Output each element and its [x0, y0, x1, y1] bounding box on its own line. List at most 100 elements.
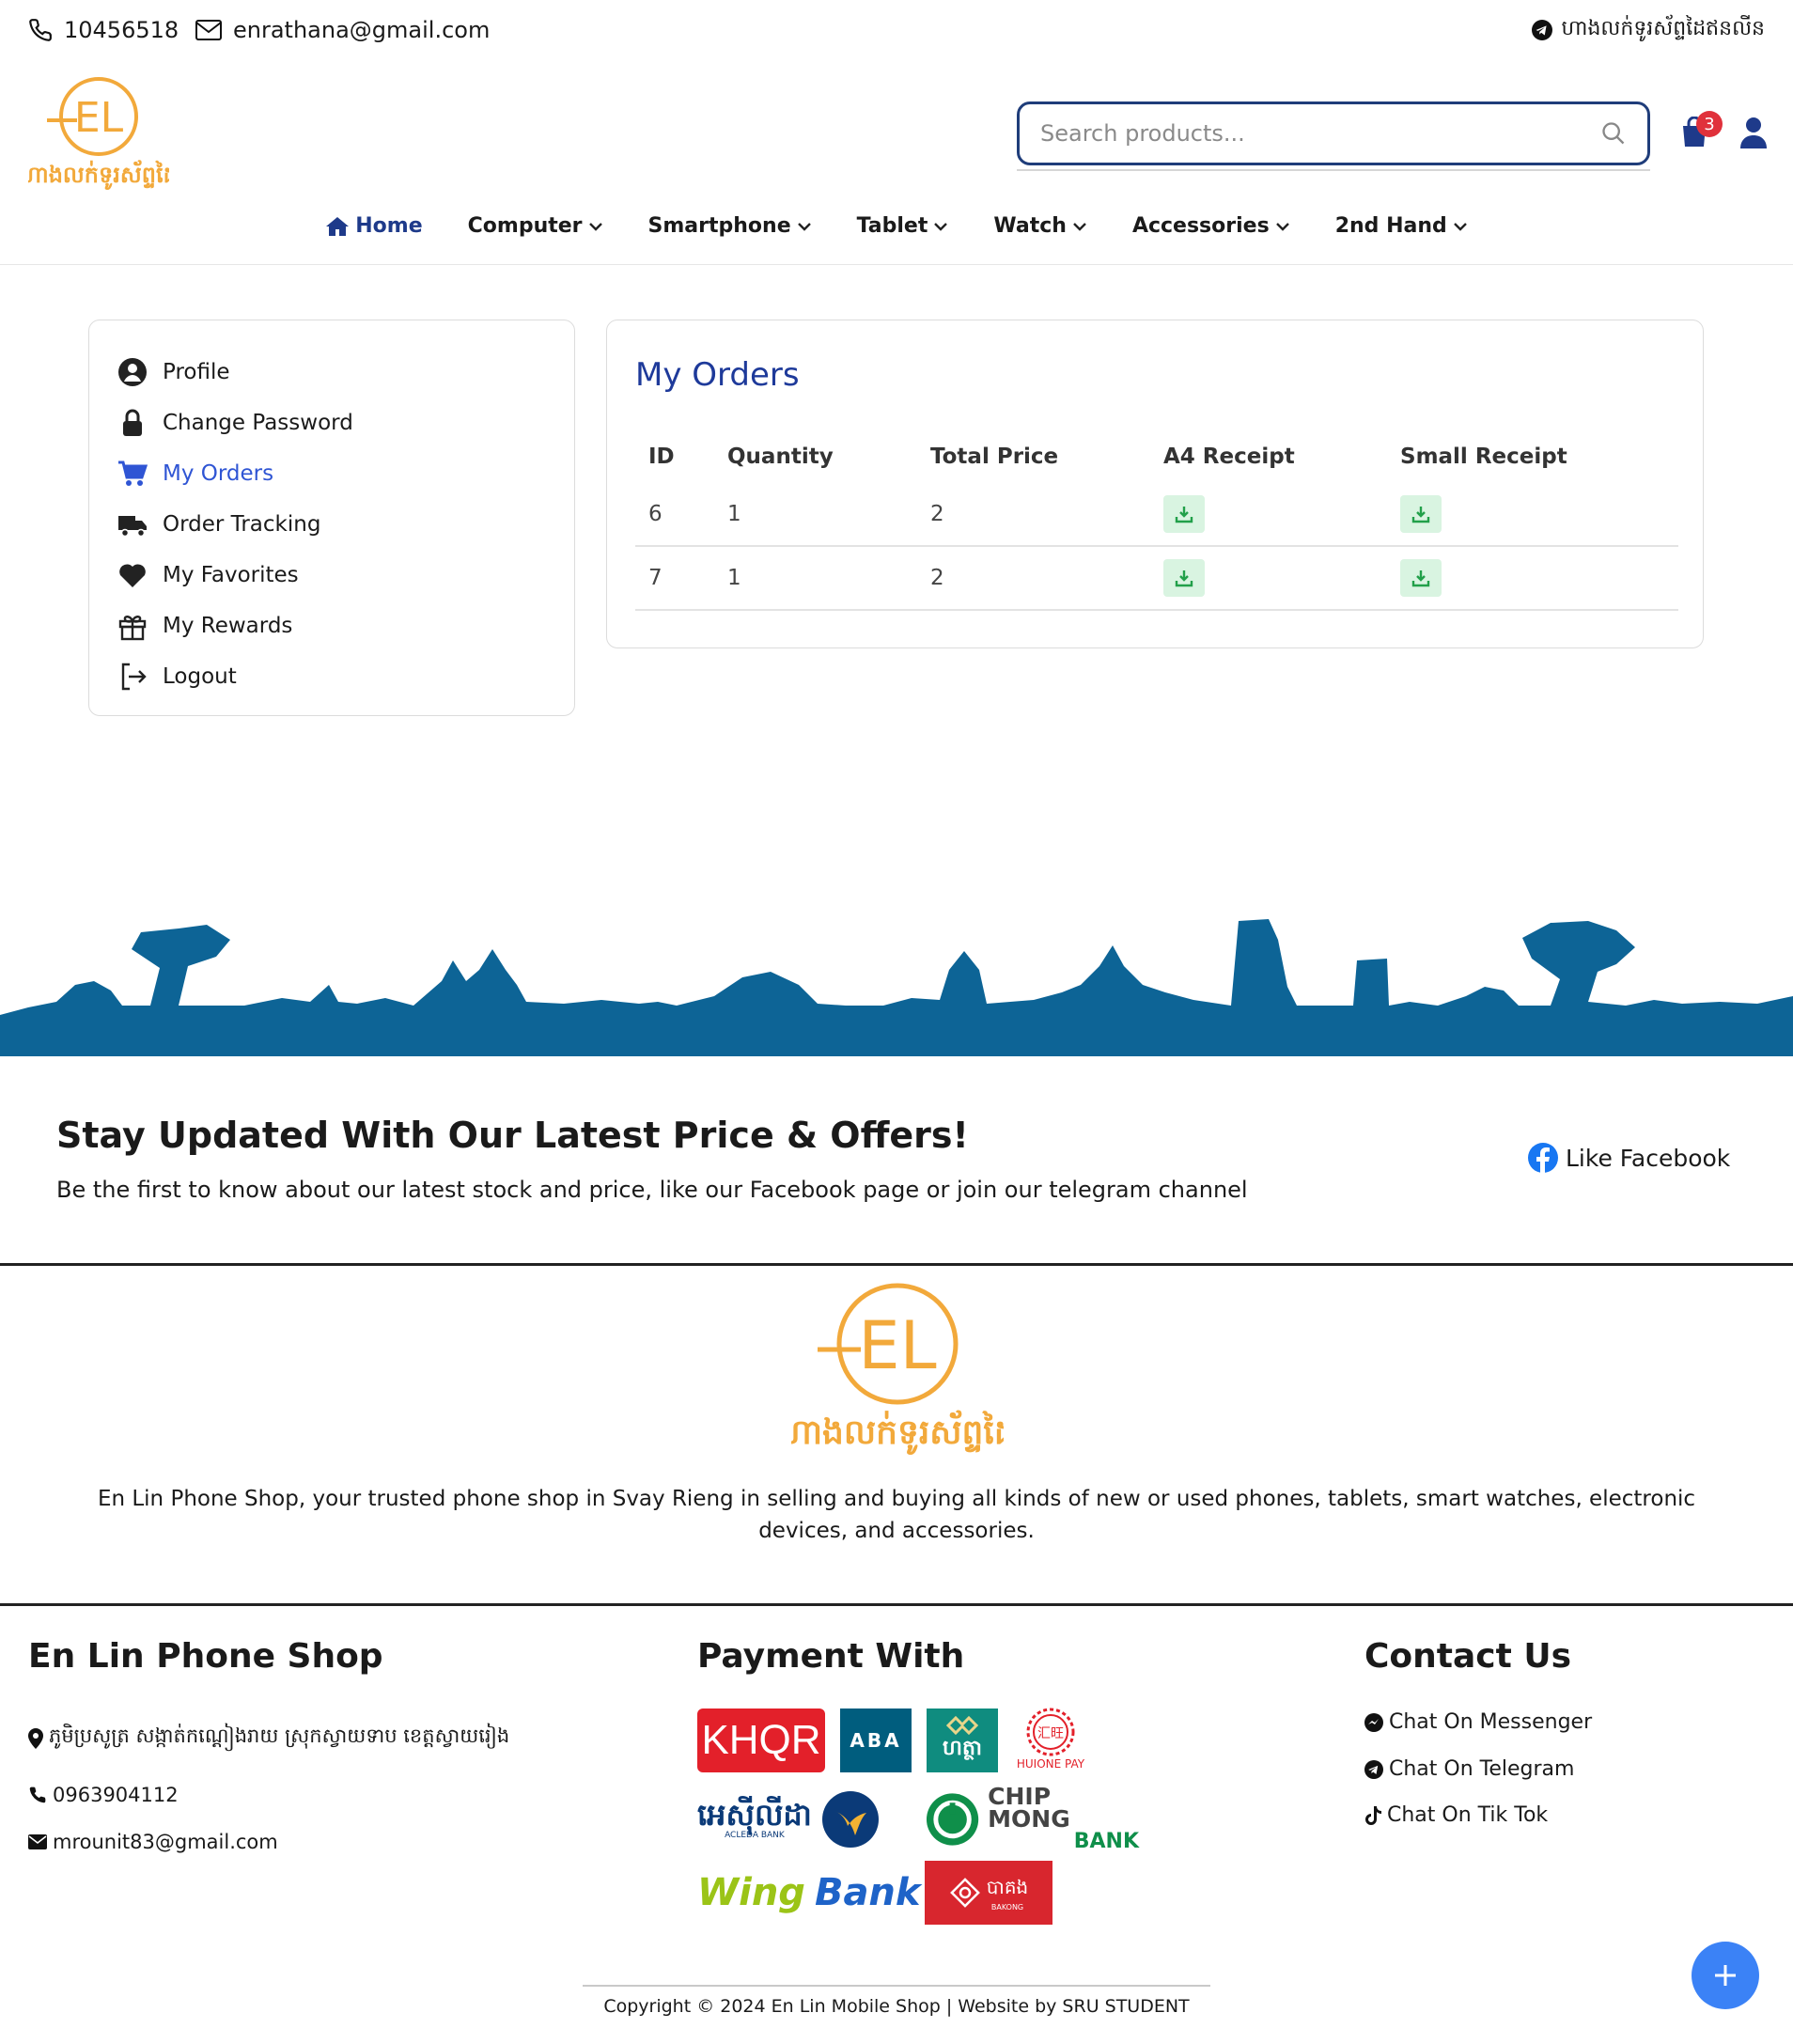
a4-receipt-download-button[interactable]	[1163, 494, 1205, 533]
tiktok-icon	[1365, 1805, 1381, 1825]
nav-smartphone[interactable]: Smartphone	[648, 214, 812, 238]
hattha-text: ហត្ថា	[943, 1737, 982, 1760]
sidebar-item-my-rewards[interactable]: My Rewards	[117, 601, 546, 651]
nav-computer-label: Computer	[467, 214, 583, 238]
orders-title: My Orders	[635, 356, 800, 394]
sidebar-item-order-tracking[interactable]: Order Tracking	[117, 499, 546, 550]
wing-logo: Wing Bank	[697, 1865, 921, 1921]
chat-tiktok-link[interactable]: Chat On Tik Tok	[1364, 1803, 1548, 1827]
shop-phone[interactable]: 0963904112	[28, 1784, 179, 1806]
home-icon	[326, 216, 350, 236]
cell-a4	[1150, 482, 1387, 547]
chevron-down-icon	[1073, 222, 1086, 231]
nav-smartphone-label: Smartphone	[647, 214, 791, 238]
acleda-logo: អេស៊ីលីដា ACLEDA BANK	[697, 1789, 912, 1849]
sidebar-item-label: My Favorites	[163, 563, 299, 587]
col-small-receipt: Small Receipt	[1400, 445, 1567, 469]
small-receipt-download-button[interactable]	[1400, 494, 1442, 533]
download-icon	[1411, 506, 1430, 523]
khqr-text: KHQR	[701, 1717, 821, 1763]
acleda-wordmark: អេស៊ីលីដា ACLEDA BANK	[697, 1799, 812, 1840]
bakong-sub: BAKONG	[990, 1902, 1024, 1911]
telegram-channel-link[interactable]: ហាងលក់ទូរស័ព្ទដៃឥនលីន	[1531, 15, 1765, 45]
search-icon[interactable]	[1600, 120, 1627, 147]
shop-title: En Lin Phone Shop	[28, 1637, 383, 1676]
nav-computer[interactable]: Computer	[468, 214, 603, 238]
cell-id: 6	[635, 482, 714, 547]
nav-tablet[interactable]: Tablet	[857, 214, 949, 238]
cell-quantity: 1	[714, 482, 917, 547]
floating-add-button[interactable]	[1692, 1942, 1759, 2009]
gift-icon	[118, 616, 147, 641]
heart-icon	[119, 564, 146, 587]
footer-logo: EL ហាងលក់ទូរស័ព្ទដៃ	[779, 1282, 1016, 1455]
huione-mark: 汇旺	[1026, 1708, 1075, 1756]
sidebar-item-logout[interactable]: Logout	[117, 651, 546, 702]
like-facebook-link[interactable]: Like Facebook	[1528, 1143, 1730, 1173]
phone-icon	[29, 19, 52, 41]
aba-text: ABA	[850, 1729, 902, 1752]
chat-messenger-link[interactable]: Chat On Messenger	[1364, 1710, 1592, 1734]
account-button[interactable]	[1739, 117, 1768, 148]
top-phone-text: 10456518	[64, 17, 179, 43]
shop-address-text: ភូមិប្រសូត្រ សង្កាត់កណ្តៀងរាយ ស្រុកស្វាយ…	[49, 1724, 510, 1747]
nav-2nd-hand[interactable]: 2nd Hand	[1335, 214, 1468, 238]
cell-quantity: 1	[714, 546, 917, 611]
a4-receipt-download-button[interactable]	[1163, 559, 1205, 597]
user-icon	[1740, 117, 1767, 148]
search-underline	[1017, 169, 1650, 171]
shop-email-text: mrounit83@gmail.com	[53, 1831, 278, 1853]
cell-small	[1387, 546, 1678, 611]
sidebar-item-label: My Orders	[163, 461, 274, 486]
khqr-logo: KHQR	[697, 1709, 825, 1772]
col-total-price: Total Price	[930, 445, 1059, 469]
download-icon	[1411, 570, 1430, 587]
nav-home[interactable]: Home	[325, 214, 423, 238]
chevron-down-icon	[1275, 222, 1289, 231]
chipmong-bank-text: BANK	[1073, 1830, 1139, 1853]
sidebar-item-my-orders[interactable]: My Orders	[117, 448, 546, 499]
cart-button[interactable]: 3	[1679, 111, 1723, 148]
footer-logo-monogram: EL	[858, 1307, 936, 1384]
download-icon	[1175, 506, 1193, 523]
sidebar-item-label: My Rewards	[163, 614, 293, 638]
acleda-text: អេស៊ីលីដា	[697, 1797, 812, 1833]
cell-total: 2	[917, 546, 1150, 611]
sidebar-item-change-password[interactable]: Change Password	[117, 398, 546, 448]
truck-icon	[118, 516, 147, 538]
huione-text: HUIONE PAY	[1016, 1757, 1085, 1771]
map-pin-icon	[28, 1727, 43, 1749]
chat-telegram-link[interactable]: Chat On Telegram	[1364, 1757, 1574, 1781]
col-quantity: Quantity	[727, 445, 834, 469]
chevron-down-icon	[797, 222, 811, 231]
nav-home-label: Home	[355, 214, 423, 238]
logo-khmer: ហាងលក់ទូរស័ព្ទដៃ	[28, 160, 169, 191]
nav-watch[interactable]: Watch	[993, 214, 1087, 238]
site-logo[interactable]: EL ហាងលក់ទូរស័ព្ទដៃ	[20, 75, 178, 192]
sidebar-item-my-favorites[interactable]: My Favorites	[117, 550, 546, 601]
sidebar-item-profile[interactable]: Profile	[117, 347, 546, 398]
shop-email[interactable]: mrounit83@gmail.com	[28, 1831, 278, 1853]
chevron-down-icon	[588, 222, 602, 231]
chat-messenger-label: Chat On Messenger	[1389, 1710, 1593, 1734]
contact-title: Contact Us	[1364, 1637, 1572, 1676]
chevron-down-icon	[934, 222, 948, 231]
bakong-logo: បាគង BAKONG	[925, 1861, 1052, 1925]
search-input[interactable]: Search products...	[1040, 120, 1600, 147]
cell-a4	[1150, 546, 1387, 611]
sidebar-item-label: Order Tracking	[163, 512, 321, 537]
top-email[interactable]: enrathana@gmail.com	[195, 17, 490, 43]
small-receipt-download-button[interactable]	[1400, 559, 1442, 597]
sidebar-item-label: Profile	[163, 360, 230, 384]
shop-address: ភូមិប្រសូត្រ សង្កាត់កណ្តៀងរាយ ស្រុកស្វាយ…	[28, 1724, 509, 1753]
cart-count-badge: 3	[1696, 111, 1723, 137]
aba-logo: ABA	[840, 1709, 912, 1772]
user-circle-icon	[118, 358, 147, 386]
search-box[interactable]: Search products...	[1017, 101, 1650, 165]
nav-accessories[interactable]: Accessories	[1132, 214, 1290, 238]
footer-divider-bottom	[0, 1603, 1793, 1606]
lock-icon	[123, 409, 142, 436]
chevron-down-icon	[1453, 222, 1467, 231]
top-phone[interactable]: 10456518	[28, 17, 179, 43]
top-bar: 10456518 enrathana@gmail.com ហាងលក់ទូរស័…	[0, 0, 1793, 64]
